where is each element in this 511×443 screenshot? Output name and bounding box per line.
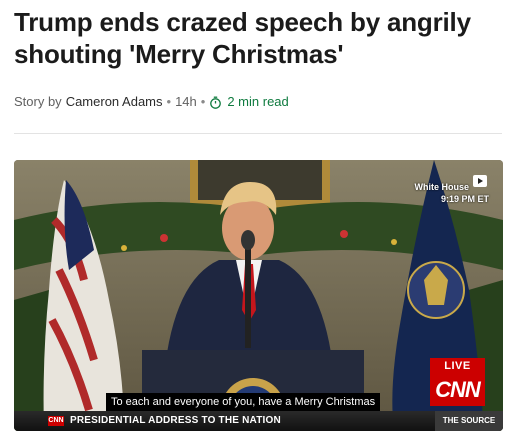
live-badge: LIVE	[430, 358, 485, 374]
byline-prefix: Story by	[14, 94, 62, 109]
read-time-label: 2 min read	[227, 94, 289, 109]
broadcast-time: 9:19 PM ET	[440, 194, 489, 204]
video-caption: To each and everyone of you, have a Merr…	[106, 393, 381, 411]
byline: Story by Cameron Adams • 14h • 2 min rea…	[14, 93, 289, 111]
cnn-logo: CNN	[430, 374, 485, 406]
separator-dot: •	[166, 94, 172, 109]
separator-dot: •	[200, 94, 206, 109]
chyron-source: THE SOURCE	[435, 411, 503, 431]
video-player[interactable]: White House 9:19 PM ET LIVE CNN To each …	[14, 160, 503, 431]
article-headline: Trump ends crazed speech by angrily shou…	[14, 7, 471, 69]
author-link[interactable]: Cameron Adams	[66, 93, 163, 111]
chyron-logo: CNN	[48, 416, 64, 426]
stopwatch-icon	[210, 96, 222, 109]
location-tag: White House 9:19 PM ET	[414, 181, 489, 205]
news-chyron: CNN PRESIDENTIAL ADDRESS TO THE NATION T…	[14, 411, 503, 431]
divider	[14, 133, 502, 134]
chyron-title: PRESIDENTIAL ADDRESS TO THE NATION	[70, 415, 281, 426]
read-time: 2 min read	[209, 93, 289, 111]
location-name: White House	[414, 182, 469, 192]
article-age: 14h	[175, 94, 197, 109]
